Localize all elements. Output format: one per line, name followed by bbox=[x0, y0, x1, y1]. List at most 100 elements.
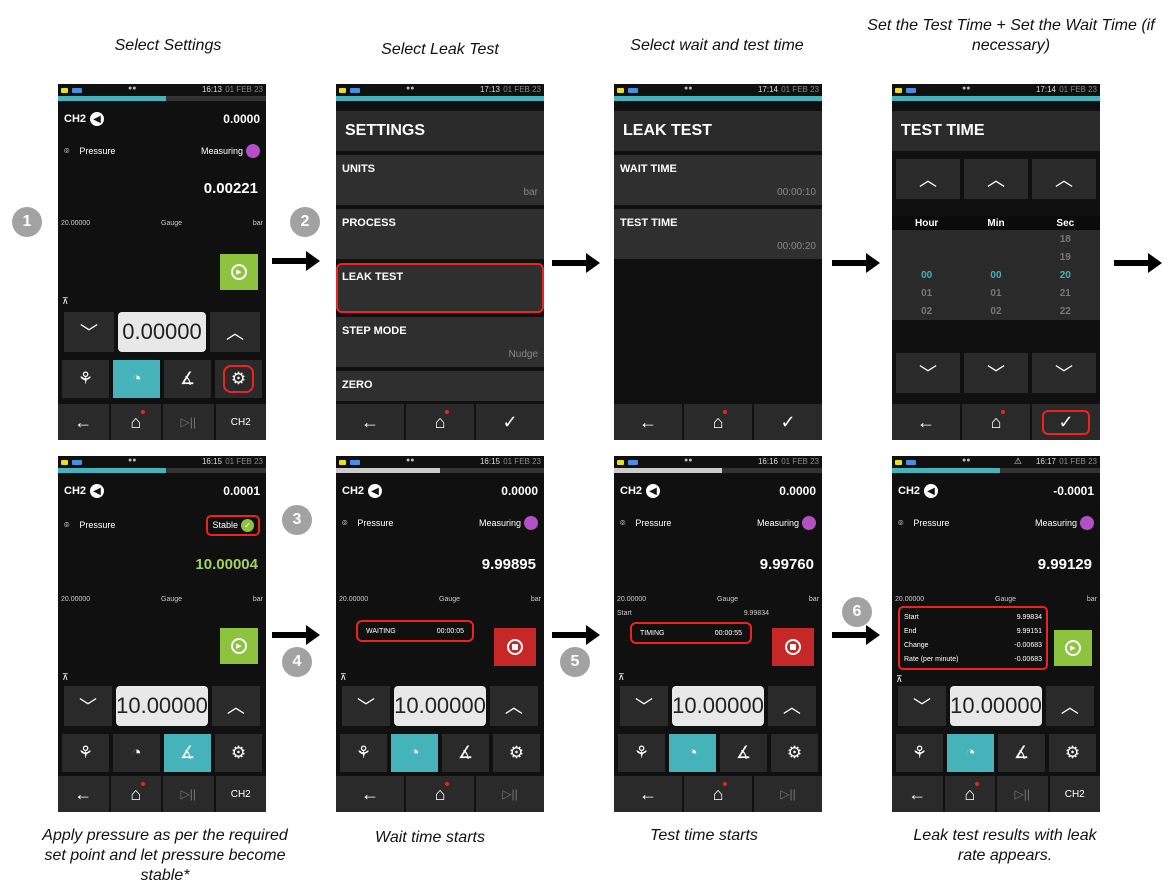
increment-button[interactable]: ︿ bbox=[210, 312, 260, 352]
back-circle-icon[interactable]: ◀ bbox=[646, 484, 661, 498]
start-button[interactable]: ▶ bbox=[220, 628, 258, 664]
vent-icon[interactable]: ⚘ bbox=[62, 360, 109, 398]
start-button[interactable]: ▶ bbox=[1054, 630, 1092, 666]
play-pause-icon[interactable]: ▷|| bbox=[163, 404, 214, 440]
hour-down-button[interactable]: ﹀ bbox=[896, 353, 960, 393]
decrement-button[interactable]: ﹀ bbox=[64, 686, 113, 726]
back-circle-icon[interactable]: ◀ bbox=[368, 484, 383, 498]
increment-button[interactable]: ︿ bbox=[211, 686, 260, 726]
time-picker[interactable]: Hour Min Sec 18 19 00 00 20 01 01 21 02 02 22 bbox=[892, 216, 1100, 320]
vent-icon[interactable]: ⚘ bbox=[340, 734, 387, 772]
home-icon[interactable]: ⌂ bbox=[406, 776, 474, 812]
menu-item-zero[interactable]: ZERO bbox=[336, 371, 544, 401]
back-arrow-icon[interactable]: ← bbox=[58, 776, 109, 812]
vent-icon[interactable]: ⚘ bbox=[62, 734, 109, 772]
battery-icon bbox=[628, 459, 638, 465]
stop-button[interactable] bbox=[772, 628, 814, 666]
menu-item-step-mode[interactable]: STEP MODE Nudge bbox=[336, 317, 544, 367]
home-icon[interactable]: ⌂ bbox=[962, 404, 1030, 440]
channel-switch-icon[interactable]: CH2 bbox=[1049, 776, 1100, 812]
menu-item-leak-test[interactable]: LEAK TEST bbox=[336, 263, 544, 313]
setpoint-field[interactable]: 10.00000 bbox=[116, 686, 208, 726]
home-icon[interactable]: ⌂ bbox=[110, 776, 161, 812]
back-arrow-icon[interactable]: ← bbox=[614, 776, 682, 812]
home-icon[interactable]: ⌂ bbox=[406, 404, 474, 440]
sec-down-button[interactable]: ﹀ bbox=[1032, 353, 1096, 393]
min-down-button[interactable]: ﹀ bbox=[964, 353, 1028, 393]
confirm-check-icon[interactable]: ✓ bbox=[476, 404, 544, 440]
play-pause-icon[interactable]: ▷|| bbox=[476, 776, 544, 812]
channel-switch-icon[interactable]: CH2 bbox=[215, 776, 266, 812]
battery-icon bbox=[339, 459, 346, 465]
vent-icon[interactable]: ⚘ bbox=[896, 734, 943, 772]
caption-test-time-starts: Test time starts bbox=[650, 827, 758, 844]
back-circle-icon[interactable]: ◀ bbox=[90, 112, 105, 126]
vent-icon[interactable]: ⚘ bbox=[618, 734, 665, 772]
pump-icon[interactable]: ◔ bbox=[113, 360, 160, 398]
decrement-button[interactable]: ﹀ bbox=[898, 686, 947, 726]
channel-label: CH2 bbox=[620, 485, 643, 497]
sensor-icon: ⌾ bbox=[620, 517, 626, 528]
time-picker-row[interactable]: 00 00 20 bbox=[892, 266, 1100, 284]
time-picker-row[interactable]: 02 02 22 bbox=[892, 302, 1100, 320]
play-pause-icon[interactable]: ▷|| bbox=[997, 776, 1048, 812]
back-arrow-icon[interactable]: ← bbox=[614, 404, 682, 440]
control-icon[interactable]: ∡ bbox=[442, 734, 489, 772]
back-arrow-icon[interactable]: ← bbox=[892, 404, 960, 440]
setpoint-field[interactable]: 0.00000 bbox=[118, 312, 206, 352]
decrement-button[interactable]: ﹀ bbox=[342, 686, 391, 726]
channel-switch-icon[interactable]: CH2 bbox=[215, 404, 266, 440]
home-icon[interactable]: ⌂ bbox=[684, 776, 752, 812]
time-picker-row[interactable]: 18 bbox=[892, 230, 1100, 248]
settings-gear-icon[interactable]: ⚙ bbox=[1049, 734, 1096, 772]
measuring-icon bbox=[524, 516, 538, 530]
back-arrow-icon[interactable]: ← bbox=[336, 776, 404, 812]
back-circle-icon[interactable]: ◀ bbox=[90, 484, 105, 498]
menu-item-wait-time[interactable]: WAIT TIME 00:00:10 bbox=[614, 155, 822, 205]
play-pause-icon[interactable]: ▷|| bbox=[754, 776, 822, 812]
back-circle-icon[interactable]: ◀ bbox=[924, 484, 939, 498]
setpoint-field[interactable]: 10.00000 bbox=[394, 686, 486, 726]
time-picker-row[interactable]: 01 01 21 bbox=[892, 284, 1100, 302]
sec-up-button[interactable]: ︿ bbox=[1032, 159, 1096, 199]
hour-up-button[interactable]: ︿ bbox=[896, 159, 960, 199]
main-reading: 10.00004 bbox=[195, 556, 258, 573]
stop-button[interactable] bbox=[494, 628, 536, 666]
home-icon[interactable]: ⌂ bbox=[110, 404, 161, 440]
settings-gear-icon[interactable]: ⚙ bbox=[215, 734, 262, 772]
control-icon[interactable]: ∡ bbox=[164, 360, 211, 398]
setpoint-field[interactable]: 10.00000 bbox=[950, 686, 1042, 726]
pump-icon[interactable]: ◔ bbox=[391, 734, 438, 772]
back-arrow-icon[interactable]: ← bbox=[892, 776, 943, 812]
back-arrow-icon[interactable]: ← bbox=[336, 404, 404, 440]
play-pause-icon[interactable]: ▷|| bbox=[163, 776, 214, 812]
result-value: -0.00683 bbox=[1014, 655, 1042, 663]
decrement-button[interactable]: ﹀ bbox=[64, 312, 114, 352]
menu-item-process[interactable]: PROCESS bbox=[336, 209, 544, 259]
settings-gear-icon[interactable]: ⚙ bbox=[215, 360, 262, 398]
result-row: Change -0.00683 bbox=[904, 638, 1042, 652]
settings-gear-icon[interactable]: ⚙ bbox=[771, 734, 818, 772]
decrement-button[interactable]: ﹀ bbox=[620, 686, 669, 726]
pump-icon[interactable]: ◔ bbox=[113, 734, 160, 772]
increment-button[interactable]: ︿ bbox=[1045, 686, 1094, 726]
pump-icon[interactable]: ◔ bbox=[669, 734, 716, 772]
control-icon[interactable]: ∡ bbox=[164, 734, 211, 772]
min-up-button[interactable]: ︿ bbox=[964, 159, 1028, 199]
home-icon[interactable]: ⌂ bbox=[944, 776, 995, 812]
control-icon[interactable]: ∡ bbox=[720, 734, 767, 772]
home-icon[interactable]: ⌂ bbox=[684, 404, 752, 440]
time-picker-row[interactable]: 19 bbox=[892, 248, 1100, 266]
menu-item-units[interactable]: UNITS bar bbox=[336, 155, 544, 205]
start-button[interactable]: ▶ bbox=[220, 254, 258, 290]
pump-icon[interactable]: ◔ bbox=[947, 734, 994, 772]
increment-button[interactable]: ︿ bbox=[767, 686, 816, 726]
setpoint-field[interactable]: 10.00000 bbox=[672, 686, 764, 726]
settings-gear-icon[interactable]: ⚙ bbox=[493, 734, 540, 772]
increment-button[interactable]: ︿ bbox=[489, 686, 538, 726]
control-icon[interactable]: ∡ bbox=[998, 734, 1045, 772]
confirm-check-icon[interactable]: ✓ bbox=[754, 404, 822, 440]
menu-item-test-time[interactable]: TEST TIME 00:00:20 bbox=[614, 209, 822, 259]
back-arrow-icon[interactable]: ← bbox=[58, 404, 109, 440]
confirm-check-icon[interactable]: ✓ bbox=[1032, 404, 1100, 440]
